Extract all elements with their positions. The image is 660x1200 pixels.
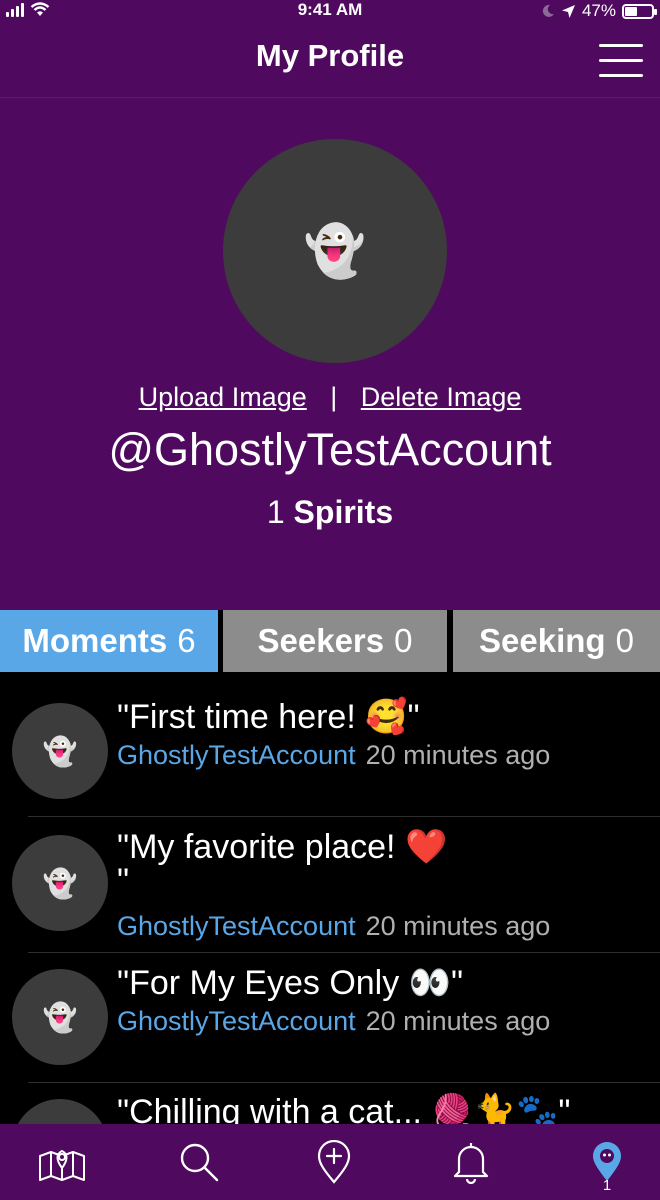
tab-seekers-count: 0	[394, 622, 413, 659]
hamburger-menu-icon[interactable]	[599, 42, 643, 78]
ghost-emoji-icon: 👻	[42, 867, 78, 899]
moment-time: 20 minutes ago	[365, 1006, 551, 1036]
moment-avatar[interactable]: 👻	[12, 835, 108, 931]
tab-seekers[interactable]: Seekers 0	[223, 610, 447, 672]
moment-author-link[interactable]: GhostlyTestAccount	[117, 740, 356, 770]
moon-icon	[542, 4, 554, 17]
nav-divider	[0, 97, 660, 98]
profile-tabs: Moments 6 Seekers 0 Seeking 0	[0, 610, 660, 672]
moment-meta: GhostlyTestAccount 20 minutes ago	[117, 740, 550, 771]
tab-seekers-label: Seekers	[257, 622, 385, 659]
moment-author-link[interactable]: GhostlyTestAccount	[117, 1006, 356, 1036]
tab-moments-count: 6	[177, 622, 196, 659]
profile-username: @GhostlyTestAccount	[108, 424, 552, 475]
list-item[interactable]: 👻 "For My Eyes Only 👀" GhostlyTestAccoun…	[0, 953, 660, 1081]
list-item[interactable]: 👻 "Chilling with a cat... 🧶🐈🐾"	[0, 1083, 660, 1124]
moment-text: "Chilling with a cat... 🧶🐈🐾"	[117, 1093, 571, 1124]
tab-moments-label: Moments	[22, 622, 168, 659]
moment-text: "For My Eyes Only 👀"	[117, 964, 464, 1002]
profile-avatar[interactable]: 👻	[223, 139, 447, 363]
ghost-emoji-icon: 👻	[42, 735, 78, 767]
bell-icon[interactable]	[444, 1140, 498, 1184]
spirits-label: Spirits	[293, 494, 394, 530]
battery-percent: 47%	[581, 1, 616, 20]
add-location-icon[interactable]	[307, 1140, 361, 1184]
spirits-count: 1 Spirits	[0, 494, 660, 531]
profile-header: 9:41 AM 47% My Profile 👻 Upload Image | …	[0, 0, 660, 610]
ghost-emoji-icon: 👻	[303, 222, 367, 279]
moment-avatar[interactable]: 👻	[12, 969, 108, 1065]
map-icon[interactable]	[35, 1140, 89, 1184]
moment-text: "My favorite place! ❤️ "	[117, 828, 448, 900]
moment-time: 20 minutes ago	[365, 740, 551, 770]
search-icon[interactable]	[172, 1140, 226, 1184]
profile-tab-badge: 1	[602, 1177, 612, 1194]
image-actions: Upload Image | Delete Image	[0, 382, 660, 413]
spirits-number: 1	[266, 494, 285, 530]
moment-author-link[interactable]: GhostlyTestAccount	[117, 911, 356, 941]
tab-seeking-label: Seeking	[479, 622, 606, 659]
tab-seeking[interactable]: Seeking 0	[453, 610, 660, 672]
upload-image-link[interactable]: Upload Image	[139, 382, 307, 412]
tab-seeking-count: 0	[615, 622, 634, 659]
location-arrow-icon	[561, 4, 575, 18]
page-title: My Profile	[255, 38, 405, 73]
bottom-tab-bar: 1	[0, 1124, 660, 1200]
battery-fill	[625, 6, 637, 16]
list-item[interactable]: 👻 "My favorite place! ❤️ " GhostlyTestAc…	[0, 817, 660, 951]
moment-meta: GhostlyTestAccount 20 minutes ago	[117, 1006, 550, 1037]
battery-icon	[622, 3, 657, 19]
tab-moments[interactable]: Moments 6	[0, 610, 218, 672]
status-bar: 9:41 AM 47%	[0, 0, 660, 24]
delete-image-link[interactable]: Delete Image	[361, 382, 522, 412]
moment-text: "First time here! 🥰"	[117, 698, 420, 736]
moment-meta: GhostlyTestAccount 20 minutes ago	[117, 911, 550, 942]
moment-avatar[interactable]: 👻	[12, 703, 108, 799]
ghost-emoji-icon: 👻	[42, 1001, 78, 1033]
moment-time: 20 minutes ago	[365, 911, 551, 941]
list-item[interactable]: 👻 "First time here! 🥰" GhostlyTestAccoun…	[0, 672, 660, 816]
links-separator: |	[330, 382, 338, 412]
moment-avatar[interactable]: 👻	[12, 1099, 108, 1124]
moments-list: 👻 "First time here! 🥰" GhostlyTestAccoun…	[0, 672, 660, 1124]
